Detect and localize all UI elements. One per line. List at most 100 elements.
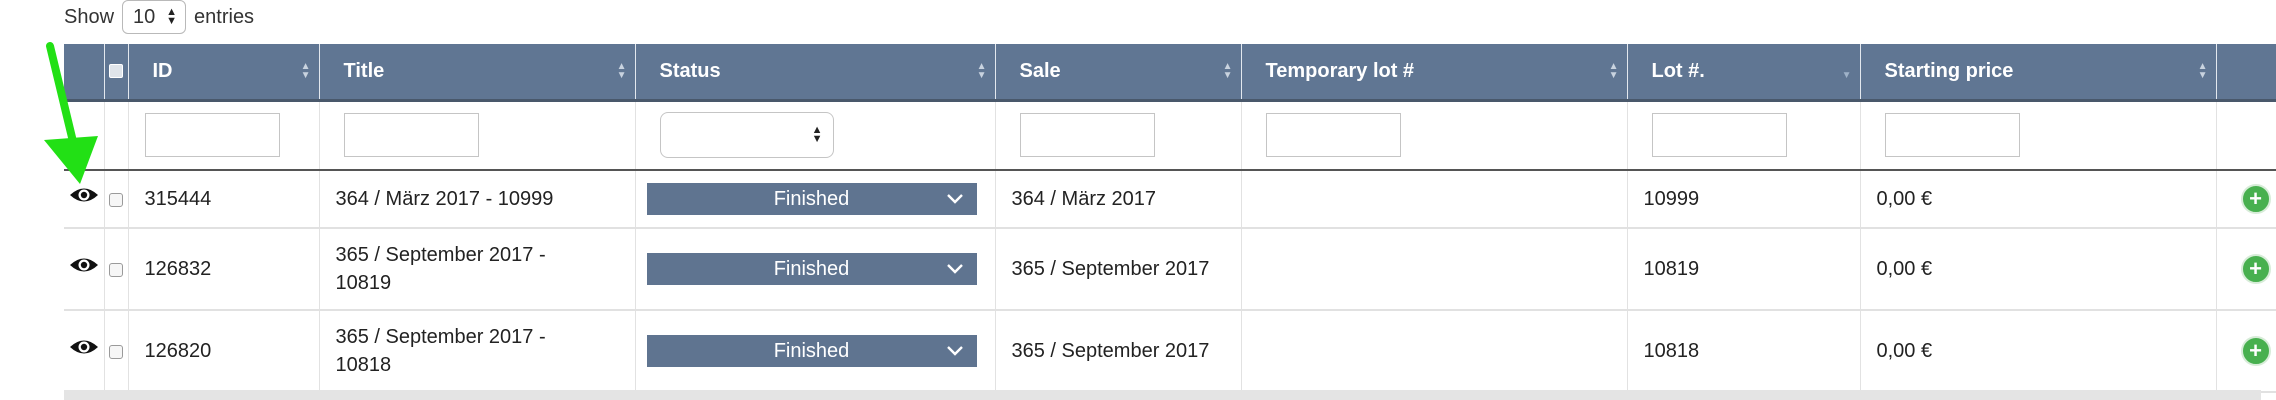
row-checkbox[interactable] — [109, 344, 123, 359]
view-cell — [64, 170, 105, 229]
filter-cell-status: ▲ ▼ — [635, 100, 996, 171]
header-lot[interactable]: Lot #. ▲▼ — [1627, 44, 1861, 102]
cell-temp-lot — [1241, 228, 1628, 311]
view-cell — [64, 310, 105, 393]
cell-title: 364 / März 2017 - 10999 — [319, 170, 636, 229]
entries-per-page-select[interactable]: 10 ▲ ▼ — [122, 0, 187, 34]
filter-temp-lot-input[interactable] — [1265, 113, 1401, 158]
filter-id-input[interactable] — [144, 113, 280, 158]
status-dropdown-button[interactable]: Finished — [646, 253, 977, 285]
header-actions-col — [2216, 44, 2276, 102]
status-dropdown-button[interactable]: Finished — [646, 335, 977, 367]
cell-actions: + — [2216, 310, 2276, 393]
header-select-col — [104, 44, 129, 102]
plus-circle-icon[interactable]: + — [2240, 254, 2271, 284]
row-checkbox[interactable] — [109, 192, 123, 207]
cell-actions: + — [2216, 228, 2276, 311]
header-view-col — [64, 44, 105, 102]
table-row: 126820 365 / September 2017 - 10818 Fini… — [64, 310, 2276, 393]
cell-status: Finished — [635, 170, 996, 229]
eye-icon[interactable] — [69, 337, 99, 357]
filter-cell-starting-price — [1860, 100, 2217, 171]
table-row: 315444 364 / März 2017 - 10999 Finished … — [64, 170, 2276, 229]
header-id[interactable]: ID ▲ ▼ — [128, 44, 320, 102]
status-label: Finished — [773, 340, 850, 362]
status-label: Finished — [773, 188, 850, 210]
header-temp-lot[interactable]: Temporary lot # ▲ ▼ — [1241, 44, 1628, 102]
filter-lot-input[interactable] — [1651, 113, 1787, 158]
cell-id: 126832 — [128, 228, 320, 311]
filter-title-input[interactable] — [343, 113, 479, 158]
cell-id: 126820 — [128, 310, 320, 393]
plus-circle-icon[interactable]: + — [2240, 336, 2271, 366]
filter-cell-lot — [1627, 100, 1861, 171]
header-status-label: Status — [659, 59, 721, 82]
filter-empty-cell — [2216, 100, 2276, 171]
cell-temp-lot — [1241, 310, 1628, 393]
header-starting-price[interactable]: Starting price ▲ ▼ — [1860, 44, 2217, 102]
filter-row: ▲ ▼ — [64, 100, 2276, 171]
select-cell — [104, 310, 129, 393]
table-footer-strip — [64, 390, 2261, 400]
entries-per-page-value: 10 — [133, 5, 156, 28]
status-label: Finished — [773, 258, 850, 280]
select-arrows-icon: ▲ ▼ — [811, 124, 823, 146]
header-id-label: ID — [152, 59, 173, 82]
table-row: 126832 365 / September 2017 - 10819 Fini… — [64, 228, 2276, 311]
sort-icon: ▲ ▼ — [2197, 61, 2208, 82]
status-dropdown-button[interactable]: Finished — [646, 183, 977, 215]
filter-starting-price-input[interactable] — [1884, 113, 2020, 158]
sort-icon: ▲ ▼ — [1608, 61, 1619, 82]
filter-empty-cell — [64, 100, 105, 171]
cell-title: 365 / September 2017 - 10819 — [319, 228, 636, 311]
eye-icon[interactable] — [69, 185, 99, 205]
cell-sale: 365 / September 2017 — [995, 228, 1242, 311]
filter-cell-title — [319, 100, 636, 171]
header-sale[interactable]: Sale ▲ ▼ — [995, 44, 1242, 102]
cell-starting-price: 0,00 € — [1860, 228, 2217, 311]
cell-actions: + — [2216, 170, 2276, 229]
select-arrows-icon: ▲ ▼ — [166, 6, 178, 27]
cell-status: Finished — [635, 228, 996, 311]
cell-starting-price: 0,00 € — [1860, 310, 2217, 393]
filter-sale-input[interactable] — [1019, 113, 1155, 158]
lots-table: ID ▲ ▼ Title ▲ ▼ Status ▲ ▼ Sale ▲ ▼ Temporary l… — [64, 44, 2276, 393]
header-temp-lot-label: Temporary lot # — [1265, 59, 1415, 82]
sort-icon: ▲ ▼ — [616, 61, 627, 82]
header-sale-label: Sale — [1019, 59, 1061, 82]
select-all-checkbox[interactable] — [109, 64, 123, 79]
chevron-down-icon — [946, 194, 963, 204]
row-checkbox[interactable] — [109, 262, 123, 277]
select-cell — [104, 170, 129, 229]
header-title[interactable]: Title ▲ ▼ — [319, 44, 636, 102]
filter-cell-temp-lot — [1241, 100, 1628, 171]
chevron-down-icon — [946, 264, 963, 274]
cell-temp-lot — [1241, 170, 1628, 229]
sort-desc-icon: ▲▼ — [1841, 70, 1852, 82]
cell-title: 365 / September 2017 - 10818 — [319, 310, 636, 393]
plus-circle-icon[interactable]: + — [2240, 184, 2271, 214]
cell-sale: 364 / März 2017 — [995, 170, 1242, 229]
cell-lot: 10818 — [1627, 310, 1861, 393]
length-prefix: Show — [64, 5, 115, 28]
eye-icon[interactable] — [69, 255, 99, 275]
cell-lot: 10819 — [1627, 228, 1861, 311]
sort-icon: ▲ ▼ — [1222, 61, 1233, 82]
select-cell — [104, 228, 129, 311]
length-control: Show 10 ▲ ▼ entries — [64, 0, 254, 34]
chevron-down-icon — [946, 346, 963, 356]
header-row: ID ▲ ▼ Title ▲ ▼ Status ▲ ▼ Sale ▲ ▼ Temporary l… — [64, 44, 2276, 102]
header-status[interactable]: Status ▲ ▼ — [635, 44, 996, 102]
sort-icon: ▲ ▼ — [300, 61, 311, 82]
cell-id: 315444 — [128, 170, 320, 229]
header-title-label: Title — [343, 59, 385, 82]
length-suffix: entries — [194, 5, 255, 28]
cell-lot: 10999 — [1627, 170, 1861, 229]
filter-cell-id — [128, 100, 320, 171]
view-cell — [64, 228, 105, 311]
cell-starting-price: 0,00 € — [1860, 170, 2217, 229]
filter-status-select[interactable]: ▲ ▼ — [659, 112, 834, 159]
sort-icon: ▲ ▼ — [976, 61, 987, 82]
header-lot-label: Lot #. — [1651, 59, 1705, 82]
filter-empty-cell — [104, 100, 129, 171]
